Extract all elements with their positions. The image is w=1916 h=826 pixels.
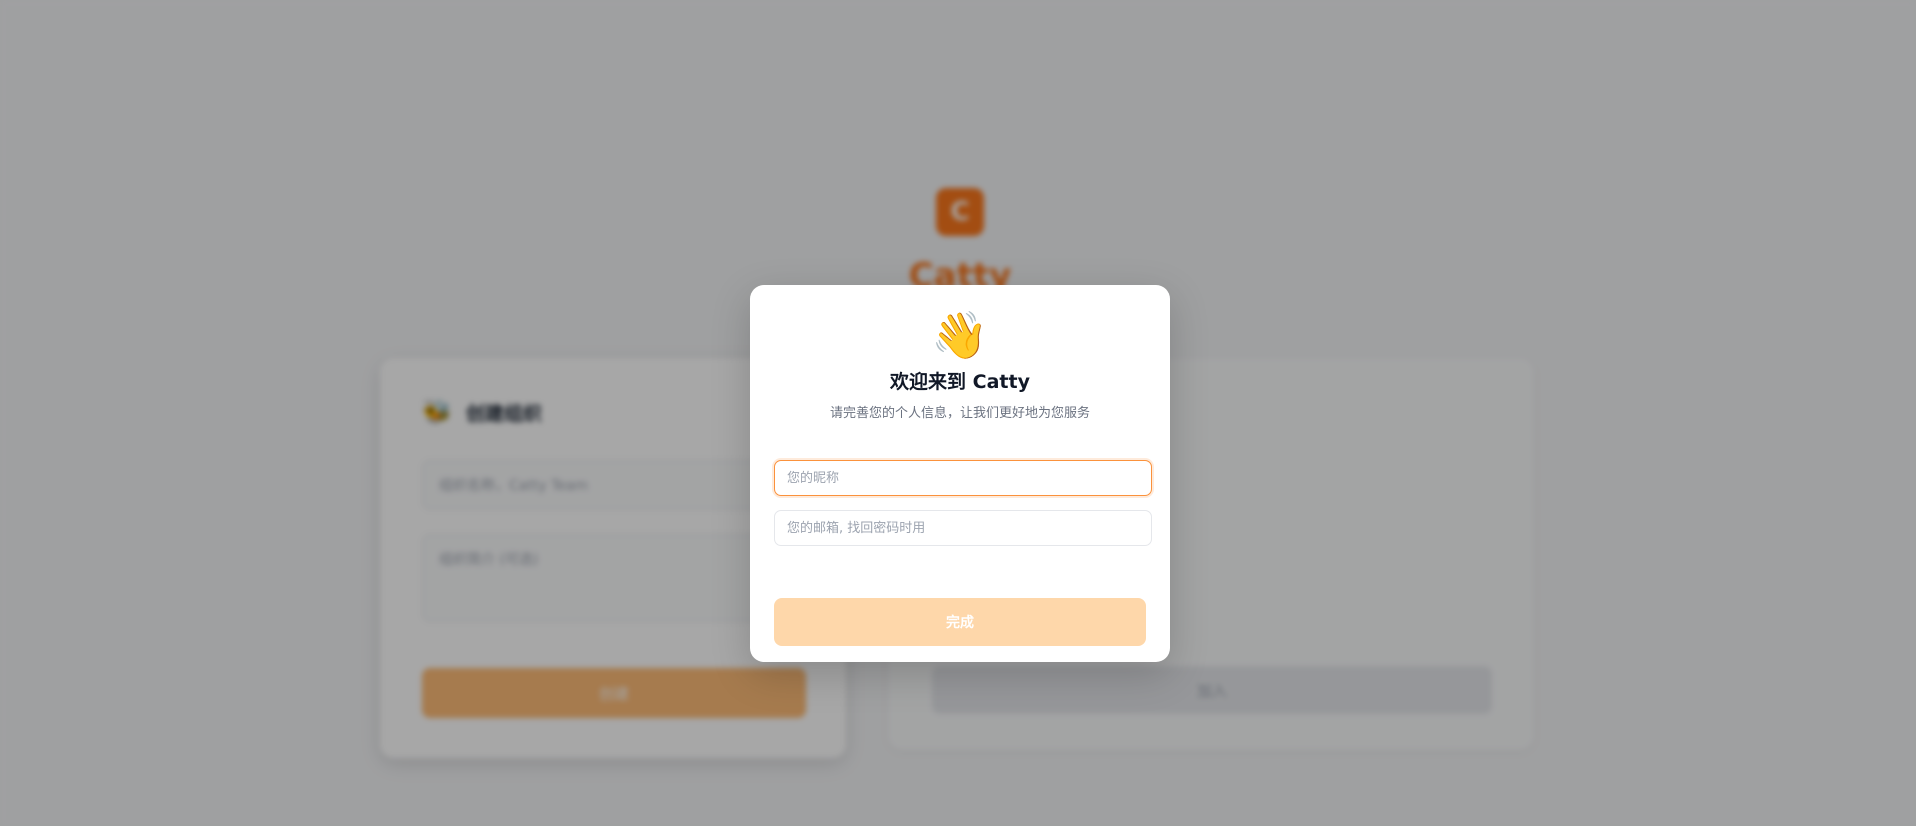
nickname-input[interactable] [774,460,1152,496]
waving-hand-icon: 👋 [931,308,989,362]
modal-subtitle: 请完善您的个人信息，让我们更好地为您服务 [829,406,1090,421]
finish-button[interactable]: 完成 [774,598,1146,646]
welcome-modal: 👋 欢迎来到 Catty 请完善您的个人信息，让我们更好地为您服务 完成 [750,285,1170,662]
modal-title: 欢迎来到 Catty [890,371,1030,393]
email-input[interactable] [774,510,1152,546]
